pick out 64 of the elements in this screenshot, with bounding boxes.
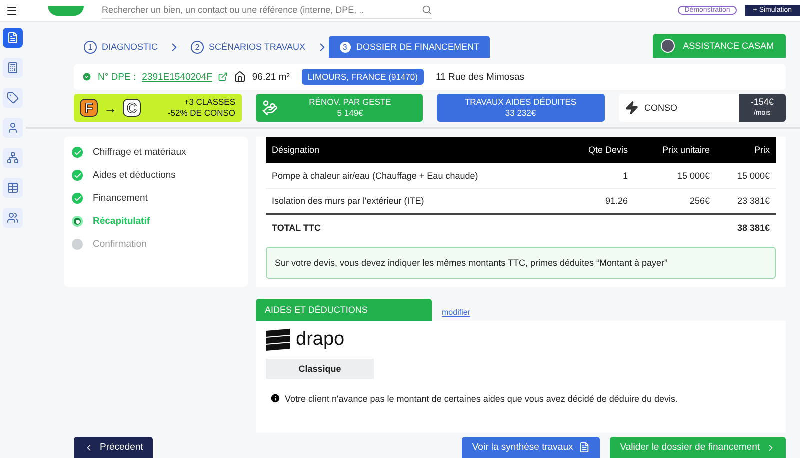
address-text: 11 Rue des Mimosas: [436, 72, 524, 82]
previous-button[interactable]: Précedent: [74, 437, 154, 458]
table-cell-text: 15 000€: [676, 170, 710, 180]
network-icon[interactable]: [3, 148, 23, 168]
class-gain-text: +3 CLASSES: [184, 97, 236, 108]
user-icon[interactable]: [3, 118, 23, 138]
dpe-link[interactable]: 2391E1540204F: [142, 72, 212, 82]
table-cell-text: 23 381€: [736, 196, 770, 206]
calculator-icon[interactable]: [3, 58, 23, 78]
check-icon: [82, 72, 92, 82]
table-cell-text: Isolation des murs par l'extérieur (ITE): [272, 196, 426, 206]
conso-label: CONSO: [644, 103, 678, 113]
total-value: 38 381€: [736, 223, 770, 233]
class-badge: F: [80, 99, 98, 117]
conso-gain-text: -52% DE CONSO: [168, 108, 236, 119]
logo-text: drapo: [296, 329, 345, 351]
city-tag: LIMOURS, FRANCE (91470): [302, 69, 424, 85]
validate-button[interactable]: Valider le dossier de financement: [610, 437, 786, 458]
logo-icon: [48, 6, 84, 16]
notice-message: Sur votre devis, vous devez indiquer les mêmes montants TTC, primes déduites “Montant à payer”: [266, 247, 776, 279]
step-tab[interactable]: 3 DOSSIER DE FINANCEMENT: [328, 36, 490, 58]
class-badge: C: [123, 99, 141, 117]
table-cell-text: 256€: [688, 196, 710, 206]
pdf-icon: [579, 442, 590, 453]
mode-label: Classique: [266, 359, 374, 379]
progress-step: Récapitulatif: [93, 216, 150, 227]
surface-text: 96.21 m²: [252, 72, 290, 82]
aides-label: TRAVAUX AIDES DÉDUITES: [464, 97, 577, 108]
table-cell-text: 15 000€: [736, 170, 770, 180]
external-link-icon[interactable]: [218, 72, 228, 82]
users-icon[interactable]: [3, 208, 23, 228]
lightning-icon: [624, 101, 638, 115]
progress-step: Confirmation: [93, 239, 147, 250]
drapo-logo-icon: [266, 329, 290, 351]
search-icon[interactable]: [422, 5, 432, 15]
table-cell-text: 1: [622, 170, 628, 180]
table-cell-text: 91.26: [604, 196, 628, 206]
renovation-value: 5 149€: [337, 108, 364, 119]
total-label: TOTAL TTC: [272, 223, 322, 233]
search-field[interactable]: Rechercher un bien, un contact ou une référence (interne, DPE, ..: [102, 2, 432, 18]
progress-step: Chiffrage et matériaux: [93, 147, 186, 158]
assistance-button[interactable]: ASSISTANCE CASAM: [653, 34, 786, 58]
renovation-label: RÉNOV. PAR GESTE: [309, 97, 392, 108]
progress-step: Aides et déductions: [93, 170, 176, 181]
table-cell-text: Pompe à chaleur air/eau (Chauffage + Eau chaude): [272, 170, 480, 180]
info-icon: [270, 393, 281, 404]
hand-coin-icon: [262, 100, 278, 116]
table-icon[interactable]: [3, 178, 23, 198]
aides-value: 33 232€: [505, 108, 536, 119]
dpe-label: N° DPE :: [98, 72, 136, 82]
synthesis-button[interactable]: Voir la synthèse travaux: [462, 437, 600, 458]
section-title: AIDES ET DÉDUCTIONS: [256, 299, 432, 321]
home-icon: [234, 71, 246, 83]
tag-icon[interactable]: [3, 88, 23, 108]
progress-step: Financement: [93, 193, 148, 204]
document-icon[interactable]: [3, 28, 23, 48]
info-text: Votre client n'avance pas le montant de certaines aides que vous avez décidé de déduire du devis.: [285, 394, 678, 404]
conso-value: -154€: [750, 97, 774, 108]
menu-icon[interactable]: [6, 4, 18, 16]
step-tab[interactable]: 1 DIAGNOSTIC: [74, 36, 168, 58]
step-tab[interactable]: 2 SCÉNARIOS TRAVAUX: [181, 36, 316, 58]
table-header: Désignation Qte Devis Prix unitaire Prix: [266, 137, 776, 163]
arrow-text: →: [104, 102, 117, 114]
modify-link[interactable]: modifier: [442, 308, 470, 317]
